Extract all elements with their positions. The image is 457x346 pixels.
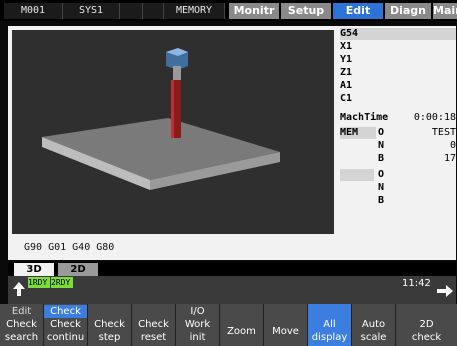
tab-edit[interactable]: Edit — [333, 3, 383, 19]
fkey-label: Zoom — [227, 326, 256, 337]
ready-indicator-1: 1RDY — [28, 277, 50, 288]
tab-diagn[interactable]: Diagn — [385, 3, 431, 19]
tab-2d[interactable]: 2D — [58, 263, 98, 276]
fkey-label-top — [132, 305, 175, 318]
fkey-label: All display — [311, 319, 348, 343]
fkey-move[interactable]: Move — [264, 304, 308, 346]
fkey-label: Check reset — [138, 319, 169, 343]
modal-gcode-line: G90 G01 G40 G80 — [24, 242, 115, 253]
fkey-label-top: Check — [44, 305, 87, 318]
fkey-2d-check[interactable]: 2D check — [396, 304, 457, 346]
fkey-label-top — [264, 305, 307, 318]
mach-time-label: MachTime — [340, 112, 389, 123]
fkey-all-display[interactable]: All display — [308, 304, 352, 346]
program-number: M001 — [4, 3, 63, 19]
workpiece-top — [42, 118, 280, 180]
fkey-zoom[interactable]: Zoom — [220, 304, 264, 346]
axis-z1: Z1 — [340, 67, 353, 78]
tab-monitor[interactable]: Monitr — [229, 3, 279, 19]
fkey-check-continu[interactable]: Check Check continu — [44, 304, 88, 346]
fkey-label: Check step — [94, 319, 125, 343]
ready-indicator-2: 2RDY — [51, 277, 73, 288]
view-tab-bar: 3D 2D — [8, 262, 456, 276]
subprogram-mode-box — [340, 169, 374, 181]
top-status-bar: M001 SYS1 MEMORY Monitr Setup Edit Diagn… — [0, 0, 457, 21]
fkey-label-top: I/O — [190, 306, 205, 317]
n-label-1: N — [378, 140, 385, 151]
system-indicator: SYS1 — [63, 3, 120, 19]
fkey-work-init[interactable]: I/O Work init — [176, 304, 220, 346]
fkey-check-reset[interactable]: Check reset — [132, 304, 176, 346]
n-label-2: N — [378, 182, 385, 193]
axis-c1: C1 — [340, 93, 353, 104]
graphic-check-viewport[interactable] — [12, 30, 334, 234]
mach-time-value: 0:00:18 — [413, 112, 456, 123]
fkey-label-top — [308, 305, 351, 318]
axis-x1: X1 — [340, 41, 353, 52]
fkey-label: Check continu — [46, 319, 85, 343]
workpiece-3d-render — [42, 48, 280, 190]
function-key-bar: Edit Check search Check Check continu Ch… — [0, 304, 457, 346]
tab-mainte[interactable]: Mainte — [433, 3, 457, 19]
fkey-check-step[interactable]: Check step — [88, 304, 132, 346]
mem-label: MEM — [340, 127, 376, 139]
fkey-auto-scale[interactable]: Auto scale — [352, 304, 396, 346]
coordinate-info-panel: G54 X1 Y1 Z1 A1 C1 MachTime 0:00:18 MEM … — [340, 28, 456, 208]
fkey-label-top — [352, 305, 395, 318]
tool-collet — [173, 66, 181, 80]
b-label-1: B — [378, 153, 385, 164]
arrow-up-icon[interactable] — [12, 280, 26, 298]
status-cell-blank-2 — [143, 3, 164, 19]
o-label-1: O — [378, 127, 385, 138]
status-strip: 1RDY 2RDY 11:42 — [8, 276, 456, 304]
fkey-label-top — [396, 305, 457, 318]
sequence-number: 0 — [449, 140, 456, 151]
clock: 11:42 — [402, 278, 431, 289]
block-number: 17 — [443, 153, 456, 164]
arrow-right-icon[interactable] — [436, 284, 454, 298]
fkey-label: 2D check — [411, 319, 442, 343]
fkey-label: Work init — [184, 319, 211, 343]
o-label-2: O — [378, 169, 385, 180]
fkey-check-search[interactable]: Edit Check search — [0, 304, 44, 346]
tab-3d[interactable]: 3D — [14, 263, 54, 276]
axis-y1: Y1 — [340, 54, 353, 65]
b-label-2: B — [378, 195, 385, 206]
status-cell-blank — [120, 3, 143, 19]
fkey-label: Auto scale — [360, 319, 387, 343]
work-coordinate-label: G54 — [340, 28, 456, 40]
program-name: TEST — [431, 127, 456, 138]
fkey-label-top — [220, 305, 263, 318]
fkey-label: Move — [272, 326, 299, 337]
fkey-label-top — [88, 305, 131, 318]
tab-setup[interactable]: Setup — [281, 3, 331, 19]
mode-indicator: MEMORY — [164, 3, 225, 19]
axis-a1: A1 — [340, 80, 353, 91]
fkey-label-top: Edit — [0, 305, 43, 318]
fkey-label: Check search — [4, 319, 39, 343]
